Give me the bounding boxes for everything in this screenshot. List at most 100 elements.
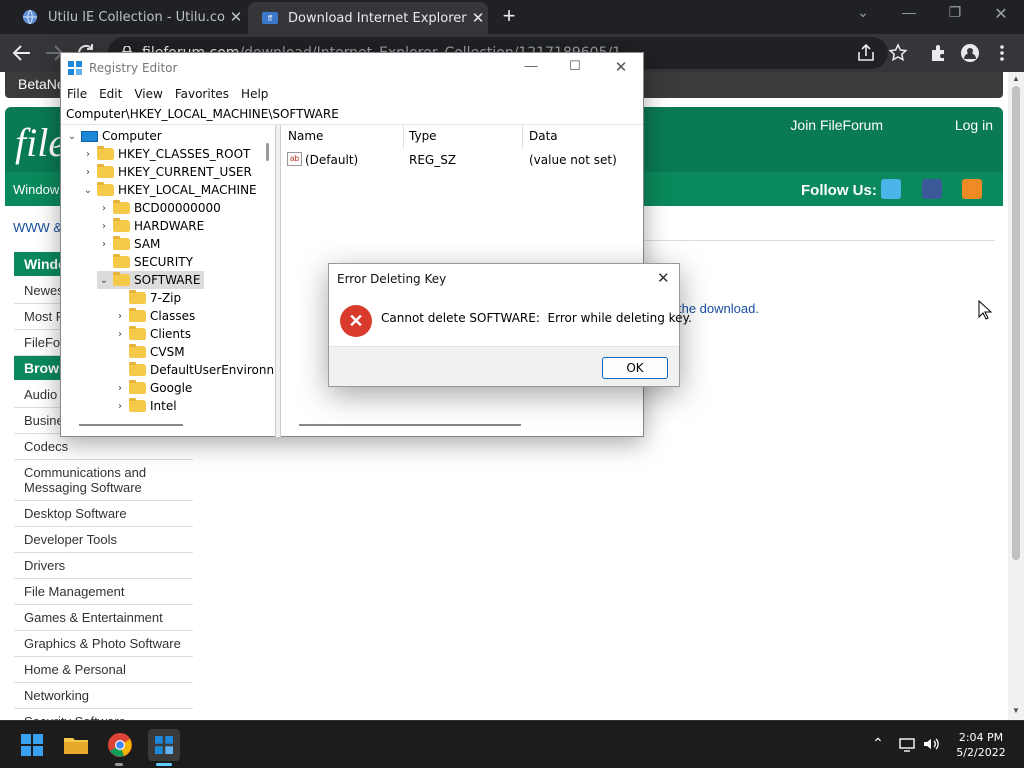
betanews-link[interactable]: BetaNe [18, 76, 65, 92]
chevron-right-icon[interactable]: › [113, 329, 127, 340]
chevron-right-icon[interactable]: › [81, 149, 95, 160]
value-name[interactable]: (Default) [305, 153, 358, 167]
close-window-icon[interactable]: ✕ [986, 4, 1016, 24]
tree-node[interactable]: ⌄ HKEY_LOCAL_MACHINE [81, 181, 257, 199]
tree-hscrollbar[interactable] [79, 424, 183, 426]
chrome-icon[interactable] [104, 729, 136, 761]
sidebar-item[interactable]: Developer Tools [14, 527, 193, 553]
sidebar-item[interactable]: Desktop Software [14, 501, 193, 527]
tree-node[interactable]: DefaultUserEnvironn [113, 361, 274, 379]
bookmark-star-icon[interactable] [888, 43, 908, 63]
chevron-down-icon[interactable]: ⌄ [81, 185, 95, 196]
fileforum-logo[interactable]: file [15, 119, 66, 166]
tree-node[interactable]: › SAM [97, 235, 160, 253]
tree-node[interactable]: › Google [113, 379, 192, 397]
column-divider[interactable] [522, 125, 523, 149]
menu-help[interactable]: Help [235, 84, 274, 104]
chevron-down-icon[interactable]: ⌄ [97, 275, 111, 286]
registry-address-bar[interactable]: Computer\HKEY_LOCAL_MACHINE\SOFTWARE [61, 105, 643, 125]
sidebar-item[interactable]: Drivers [14, 553, 193, 579]
sidebar-item[interactable]: File Management [14, 579, 193, 605]
close-icon[interactable]: ✕ [606, 58, 636, 76]
maximize-icon[interactable]: ☐ [560, 58, 590, 76]
tree-node[interactable]: 7-Zip [113, 289, 181, 307]
sidebar-item[interactable]: Security Software [14, 709, 193, 720]
tree-node-computer[interactable]: ⌄ Computer [65, 127, 162, 145]
scroll-up-icon[interactable]: ▲ [1012, 74, 1020, 83]
back-icon[interactable] [10, 41, 34, 65]
regedit-titlebar[interactable]: Registry Editor — ☐ ✕ [61, 53, 643, 83]
page-scrollbar[interactable]: ▲ ▼ [1008, 72, 1024, 720]
login-link[interactable]: Log in [955, 117, 993, 133]
scroll-down-icon[interactable]: ▼ [1012, 706, 1020, 715]
tree-node[interactable]: › HKEY_CLASSES_ROOT [81, 145, 250, 163]
tree-node[interactable]: SECURITY [97, 253, 193, 271]
globe-icon [23, 9, 37, 25]
restore-icon[interactable]: ❐ [940, 4, 970, 21]
column-header-type[interactable]: Type [409, 129, 437, 143]
profile-icon[interactable] [960, 43, 980, 63]
close-tab-icon[interactable]: ✕ [468, 9, 488, 27]
chevron-right-icon[interactable]: › [113, 311, 127, 322]
file-explorer-icon[interactable] [60, 729, 92, 761]
tree-label: SECURITY [134, 255, 193, 269]
menu-file[interactable]: File [61, 84, 93, 104]
column-header-name[interactable]: Name [288, 129, 323, 143]
chevron-right-icon[interactable]: › [97, 203, 111, 214]
menu-kebab-icon[interactable] [992, 43, 1012, 63]
menu-favorites[interactable]: Favorites [169, 84, 235, 104]
rss-icon[interactable] [962, 179, 982, 199]
column-divider[interactable] [403, 125, 404, 149]
sidebar-item[interactable]: Codecs [14, 434, 193, 460]
sidebar-item[interactable]: Games & Entertainment [14, 605, 193, 631]
tree-node[interactable]: › HKEY_CURRENT_USER [81, 163, 252, 181]
tree-scrollbar[interactable] [266, 143, 269, 161]
regedit-taskbar-button[interactable] [148, 729, 180, 761]
menu-view[interactable]: View [128, 84, 168, 104]
chevron-down-icon[interactable]: ⌄ [65, 131, 79, 142]
close-icon[interactable]: ✕ [657, 269, 670, 287]
share-icon[interactable] [856, 43, 876, 63]
tree-node[interactable]: › HARDWARE [97, 217, 204, 235]
tree-node[interactable]: › Clients [113, 325, 191, 343]
tree-node[interactable]: › BCD00000000 [97, 199, 221, 217]
sidebar-item[interactable]: Communications and Messaging Software [14, 460, 193, 501]
scroll-thumb[interactable] [1012, 86, 1020, 560]
computer-icon [81, 130, 98, 142]
menu-edit[interactable]: Edit [93, 84, 128, 104]
tree-label: HARDWARE [134, 219, 205, 233]
facebook-icon[interactable] [922, 179, 942, 199]
chevron-right-icon[interactable]: › [97, 239, 111, 250]
tree-node-selected[interactable]: ⌄ SOFTWARE [97, 271, 205, 289]
minimize-icon[interactable]: — [516, 58, 546, 76]
tab-search-icon[interactable]: ⌄ [848, 4, 878, 21]
tab-fileforum[interactable]: ff Download Internet Explorer Colle ✕ [248, 2, 488, 34]
chevron-right-icon[interactable]: › [81, 167, 95, 178]
tree-node[interactable]: CVSM [113, 343, 185, 361]
minimize-icon[interactable]: — [894, 4, 924, 20]
sidebar-item[interactable]: Networking [14, 683, 193, 709]
list-hscrollbar[interactable] [299, 424, 521, 426]
breadcrumb[interactable]: WWW & [13, 220, 62, 235]
chevron-right-icon[interactable]: › [113, 401, 127, 412]
start-icon[interactable] [16, 729, 48, 761]
sidebar-item[interactable]: Graphics & Photo Software [14, 631, 193, 657]
network-icon[interactable] [898, 735, 916, 753]
column-header-data[interactable]: Data [529, 129, 558, 143]
twitter-icon[interactable] [881, 179, 901, 199]
chevron-up-icon[interactable]: ⌃ [869, 735, 887, 753]
tree-node[interactable]: › Classes [113, 307, 195, 325]
nav-windows[interactable]: Window [13, 182, 59, 197]
sidebar-item[interactable]: Home & Personal [14, 657, 193, 683]
volume-icon[interactable] [922, 735, 940, 753]
tab-utilu[interactable]: Utilu IE Collection - Utilu.com ✕ [20, 0, 246, 34]
new-tab-icon[interactable]: + [497, 5, 521, 29]
extensions-icon[interactable] [928, 43, 948, 63]
ok-button[interactable]: OK [602, 357, 668, 379]
chevron-right-icon[interactable]: › [97, 221, 111, 232]
tree-node[interactable]: › Intel [113, 397, 177, 415]
join-link[interactable]: Join FileForum [790, 117, 883, 133]
close-tab-icon[interactable]: ✕ [226, 8, 246, 26]
chevron-right-icon[interactable]: › [113, 383, 127, 394]
system-clock[interactable]: 2:04 PM 5/2/2022 [950, 730, 1012, 760]
